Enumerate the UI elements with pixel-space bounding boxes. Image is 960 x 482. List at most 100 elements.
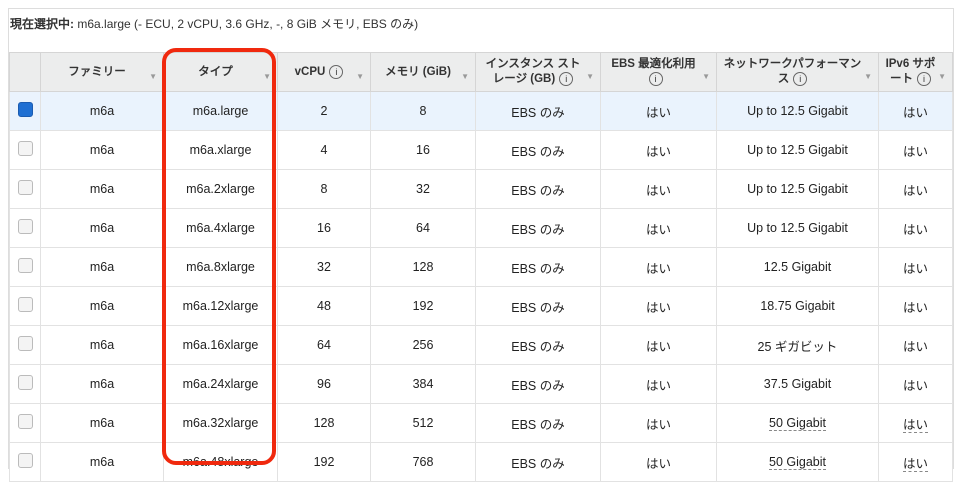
- cell-value: m6a: [89, 455, 115, 469]
- table-cell: m6a.24xlarge: [163, 364, 278, 404]
- table-cell: 512: [370, 403, 476, 443]
- column-header[interactable]: ファミリー ▼: [40, 52, 164, 92]
- table-row[interactable]: m6a m6a.4xlarge 16 64 EBS のみ はい Up to 12.5 Gig…: [9, 208, 953, 248]
- cell-value: 768: [412, 455, 434, 469]
- row-checkbox[interactable]: [17, 102, 33, 117]
- table-cell: はい: [878, 91, 953, 131]
- table-cell: EBS のみ: [475, 130, 601, 170]
- column-header[interactable]: vCPU i ▼: [277, 52, 371, 92]
- table-row[interactable]: m6a m6a.8xlarge 32 128 EBS のみ はい 12.5 Gigabit は…: [9, 247, 953, 287]
- cell-value: はい: [902, 261, 928, 276]
- table-cell: 18.75 Gigabit: [716, 286, 879, 326]
- cell-value: はい: [902, 300, 928, 315]
- cell-value: はい: [645, 456, 671, 471]
- table-cell: はい: [878, 325, 953, 365]
- info-icon[interactable]: i: [917, 72, 931, 86]
- cell-value: m6a.xlarge: [189, 143, 252, 157]
- cell-value: 192: [412, 299, 434, 313]
- cell-value: m6a: [89, 143, 115, 157]
- sort-caret-icon[interactable]: ▼: [263, 69, 271, 84]
- column-header[interactable]: IPv6 サポート i ▼: [878, 52, 953, 92]
- table-cell: EBS のみ: [475, 403, 601, 443]
- table-row[interactable]: m6a m6a.12xlarge 48 192 EBS のみ はい 18.75 Gigabi…: [9, 286, 953, 326]
- cell-value: 4: [320, 143, 328, 157]
- table-cell: はい: [878, 286, 953, 326]
- table-cell: m6a: [40, 130, 164, 170]
- cell-value: EBS のみ: [511, 456, 565, 471]
- row-checkbox[interactable]: [17, 297, 33, 312]
- table-cell: 8: [277, 169, 371, 209]
- row-select-cell: [9, 91, 41, 131]
- column-header[interactable]: インスタンス ストレージ (GB) i ▼: [475, 52, 601, 92]
- cell-value: m6a: [89, 338, 115, 352]
- row-checkbox[interactable]: [17, 414, 33, 429]
- table-row[interactable]: m6a m6a.large 2 8 EBS のみ はい Up to 12.5 Gigabit…: [9, 91, 953, 131]
- cell-value: はい: [902, 339, 928, 354]
- cell-value: m6a: [89, 221, 115, 235]
- info-icon[interactable]: i: [793, 72, 808, 86]
- table-cell: はい: [878, 247, 953, 287]
- sort-caret-icon[interactable]: ▼: [356, 69, 364, 84]
- row-checkbox[interactable]: [17, 453, 33, 468]
- cell-value: EBS のみ: [511, 300, 565, 315]
- table-cell: はい: [600, 403, 717, 443]
- table-cell: m6a: [40, 91, 164, 131]
- cell-value: 128: [412, 260, 434, 274]
- sort-caret-icon[interactable]: ▼: [702, 69, 710, 84]
- sort-caret-icon[interactable]: ▼: [938, 69, 946, 84]
- cell-value: EBS のみ: [511, 378, 565, 393]
- row-select-cell: [9, 208, 41, 248]
- cell-value: はい: [645, 105, 671, 120]
- cell-value: 256: [412, 338, 434, 352]
- row-checkbox[interactable]: [17, 375, 33, 390]
- row-checkbox[interactable]: [17, 219, 33, 234]
- row-checkbox[interactable]: [17, 258, 33, 273]
- column-header[interactable]: EBS 最適化利用 i ▼: [600, 52, 717, 92]
- cell-value: m6a: [89, 377, 115, 391]
- table-cell: m6a: [40, 364, 164, 404]
- table-cell: m6a: [40, 442, 164, 482]
- cell-value: Up to 12.5 Gigabit: [747, 221, 848, 235]
- info-icon[interactable]: i: [559, 72, 574, 86]
- table-cell: EBS のみ: [475, 325, 601, 365]
- cell-value: 48: [317, 299, 331, 313]
- cell-value: はい: [645, 417, 671, 432]
- row-select-cell: [9, 325, 41, 365]
- cell-value: 128: [313, 416, 335, 430]
- table-row[interactable]: m6a m6a.24xlarge 96 384 EBS のみ はい 37.5 Gigabit…: [9, 364, 953, 404]
- info-icon[interactable]: i: [648, 72, 663, 86]
- column-header[interactable]: タイプ ▼: [163, 52, 278, 92]
- table-row[interactable]: m6a m6a.48xlarge 192 768 EBS のみ はい 50 Gigabit は…: [9, 442, 953, 482]
- table-cell: はい: [600, 130, 717, 170]
- row-checkbox[interactable]: [17, 336, 33, 351]
- sort-caret-icon[interactable]: ▼: [461, 69, 469, 84]
- table-cell: EBS のみ: [475, 91, 601, 131]
- table-cell: Up to 12.5 Gigabit: [716, 130, 879, 170]
- cell-value: m6a.16xlarge: [182, 338, 259, 352]
- info-icon[interactable]: i: [329, 64, 344, 79]
- cell-value: m6a.4xlarge: [186, 221, 255, 235]
- table-row[interactable]: m6a m6a.16xlarge 64 256 EBS のみ はい 25 ギガビット はい: [9, 325, 953, 365]
- cell-value: EBS のみ: [511, 183, 565, 198]
- sort-caret-icon[interactable]: ▼: [864, 69, 872, 84]
- cell-value: Up to 12.5 Gigabit: [747, 143, 848, 157]
- row-select-cell: [9, 130, 41, 170]
- table-row[interactable]: m6a m6a.32xlarge 128 512 EBS のみ はい 50 Gigabit は…: [9, 403, 953, 443]
- row-checkbox[interactable]: [17, 141, 33, 156]
- row-checkbox[interactable]: [17, 180, 33, 195]
- cell-value: 2: [320, 104, 328, 118]
- table-row[interactable]: m6a m6a.xlarge 4 16 EBS のみ はい Up to 12.5 Gigab…: [9, 130, 953, 170]
- cell-value: m6a: [89, 104, 115, 118]
- cell-value: はい: [645, 339, 671, 354]
- column-header[interactable]: ネットワークパフォーマンス i ▼: [716, 52, 879, 92]
- table-row[interactable]: m6a m6a.2xlarge 8 32 EBS のみ はい Up to 12.5 Giga…: [9, 169, 953, 209]
- table-cell: はい: [600, 169, 717, 209]
- sort-caret-icon[interactable]: ▼: [586, 69, 594, 84]
- table-cell: m6a: [40, 286, 164, 326]
- cell-value: はい: [645, 261, 671, 276]
- column-header[interactable]: メモリ (GiB) ▼: [370, 52, 476, 92]
- table-cell: 48: [277, 286, 371, 326]
- sort-caret-icon[interactable]: ▼: [149, 69, 157, 84]
- table-cell: はい: [600, 325, 717, 365]
- table-cell: EBS のみ: [475, 286, 601, 326]
